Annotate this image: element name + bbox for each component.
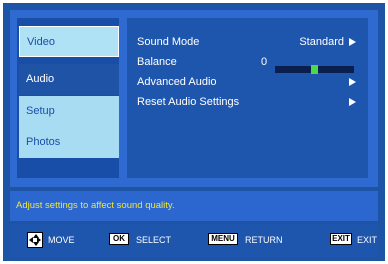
tv-menu-frame: Video Audio Setup Photos Sound Mode Stan… — [3, 3, 385, 261]
tab-video[interactable]: Video — [19, 26, 119, 57]
move-label: MOVE — [48, 235, 75, 245]
tab-audio[interactable]: Audio — [19, 64, 119, 95]
menu-panel: Video Audio Setup Photos Sound Mode Stan… — [10, 10, 378, 187]
dpad-icon — [27, 232, 43, 248]
sound-mode-value: Standard — [299, 36, 344, 48]
tab-audio-label: Audio — [26, 73, 55, 85]
chevron-right-icon — [349, 38, 356, 46]
reset-audio-label: Reset Audio Settings — [137, 96, 240, 108]
tab-photos[interactable]: Photos — [19, 127, 119, 158]
balance-label: Balance — [137, 56, 177, 68]
menu-key-icon: MENU — [208, 233, 238, 245]
help-bar: Adjust settings to affect sound quality. — [10, 191, 378, 221]
balance-slider[interactable] — [275, 65, 354, 74]
advanced-audio-label: Advanced Audio — [137, 76, 217, 88]
balance-slider-handle[interactable] — [311, 65, 318, 74]
settings-list: Sound Mode Standard Balance 0 Advanced A… — [127, 18, 368, 178]
category-sidebar: Video Audio Setup Photos — [17, 18, 119, 178]
help-text: Adjust settings to affect sound quality. — [16, 200, 175, 211]
chevron-right-icon — [349, 98, 356, 106]
ok-key-icon: OK — [109, 233, 129, 245]
button-legend: MOVE OK SELECT MENU RETURN EXIT EXIT — [10, 224, 378, 257]
tab-setup-label: Setup — [26, 105, 55, 117]
sound-mode-label: Sound Mode — [137, 36, 200, 48]
tab-video-label: Video — [27, 36, 55, 48]
chevron-right-icon — [349, 78, 356, 86]
tab-photos-label: Photos — [26, 136, 61, 148]
balance-value: 0 — [261, 56, 268, 68]
tab-setup[interactable]: Setup — [19, 96, 119, 127]
select-label: SELECT — [136, 235, 172, 245]
exit-key-icon: EXIT — [330, 233, 352, 245]
exit-label: EXIT — [357, 235, 378, 245]
return-label: RETURN — [245, 235, 283, 245]
